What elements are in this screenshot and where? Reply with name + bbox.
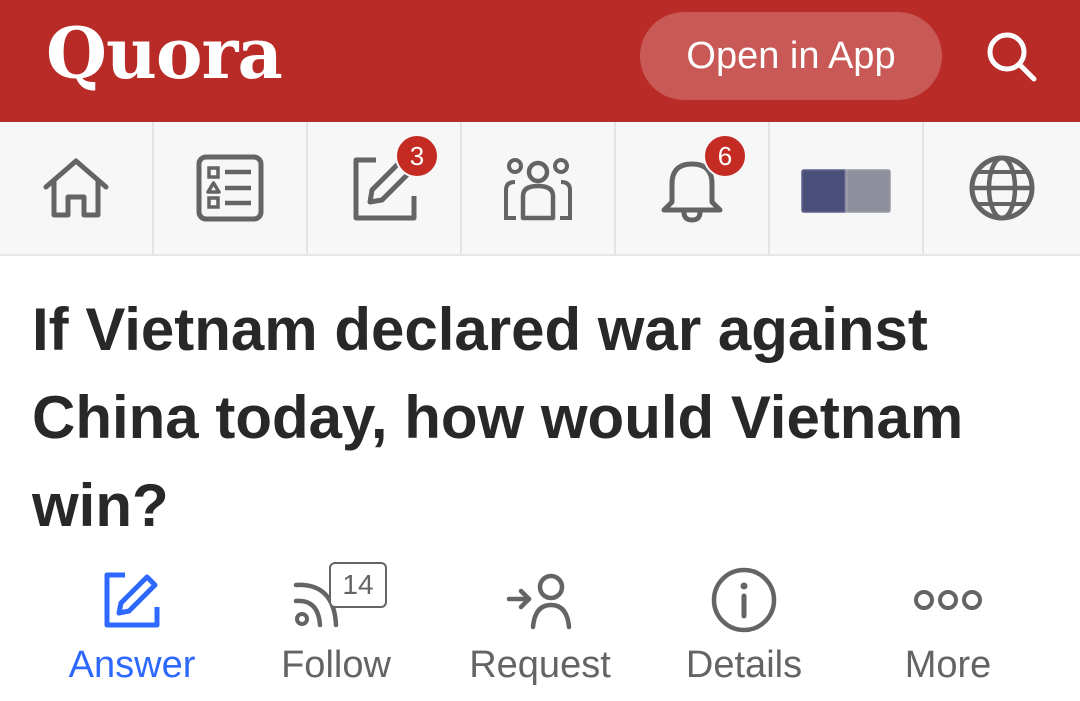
- more-button[interactable]: More: [848, 560, 1048, 700]
- details-label: Details: [685, 644, 803, 686]
- top-bar: Quora Open in App: [0, 0, 1080, 122]
- nav-following[interactable]: [154, 122, 308, 254]
- request-label: Request: [469, 644, 611, 686]
- question-title[interactable]: If Vietnam declared war against China to…: [32, 286, 1032, 550]
- quora-logo[interactable]: Quora: [46, 14, 283, 94]
- nav-spaces[interactable]: [462, 122, 616, 254]
- nav-home[interactable]: [0, 122, 154, 254]
- user-arrow-icon: [506, 573, 572, 630]
- nav-notifications[interactable]: 6: [616, 122, 770, 254]
- answer-label: Answer: [68, 644, 196, 686]
- search-icon: [987, 32, 1037, 82]
- people-icon: [504, 158, 572, 221]
- pencil-square-icon: [104, 572, 160, 628]
- more-label: More: [904, 644, 992, 686]
- search-button[interactable]: [972, 22, 1052, 92]
- globe-icon: [969, 155, 1035, 221]
- answer-button[interactable]: Answer: [32, 560, 232, 700]
- list-icon: [196, 154, 264, 222]
- answer-badge: 3: [395, 134, 439, 178]
- nav-answer[interactable]: 3: [308, 122, 462, 254]
- nav-language[interactable]: [924, 122, 1080, 254]
- info-icon: [711, 567, 777, 633]
- request-button[interactable]: Request: [440, 560, 640, 700]
- open-in-app-button[interactable]: Open in App: [640, 12, 942, 100]
- notifications-badge: 6: [703, 134, 747, 178]
- follow-count: 14: [329, 562, 387, 608]
- home-icon: [43, 158, 109, 218]
- details-button[interactable]: Details: [644, 560, 844, 700]
- question-actions: Answer 14 Follow Request Details More: [0, 560, 1080, 701]
- follow-label: Follow: [281, 644, 391, 686]
- avatar: [801, 169, 891, 213]
- nav-profile[interactable]: [770, 122, 924, 254]
- nav-bar: 3 6: [0, 122, 1080, 256]
- ellipsis-icon: [914, 590, 982, 610]
- follow-button[interactable]: 14 Follow: [236, 560, 436, 700]
